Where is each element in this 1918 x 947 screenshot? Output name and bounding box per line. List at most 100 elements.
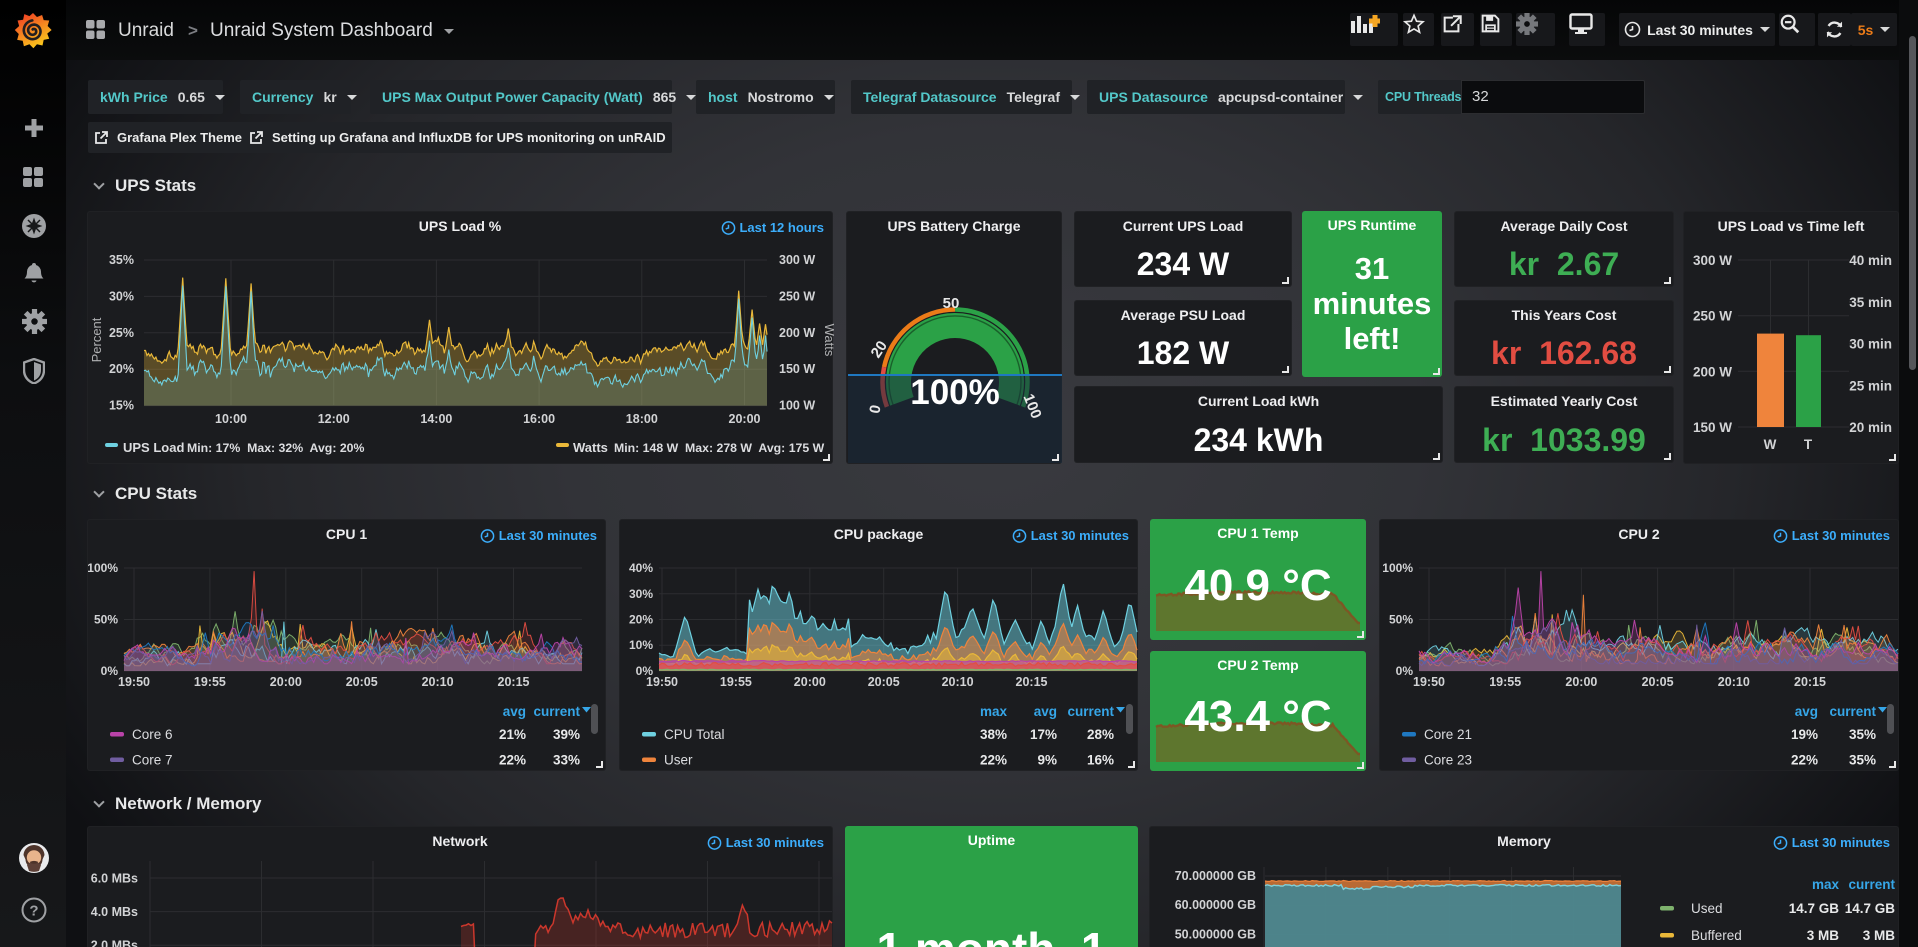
svg-text:Min: 17% Max: 32% Avg: 20%: Min: 17% Max: 32% Avg: 20%	[187, 441, 365, 455]
svg-text:20:10: 20:10	[1718, 675, 1750, 689]
svg-text:100%: 100%	[910, 373, 1000, 412]
svg-text:19:50: 19:50	[118, 675, 150, 689]
svg-text:35%: 35%	[109, 253, 134, 267]
svg-text:19%: 19%	[1791, 727, 1818, 742]
svg-text:20%: 20%	[109, 362, 134, 376]
svg-text:35%: 35%	[1849, 727, 1876, 742]
svg-text:?: ?	[29, 903, 38, 920]
svg-text:20:10: 20:10	[422, 675, 454, 689]
svg-text:6.0 MBs: 6.0 MBs	[91, 872, 138, 886]
svg-text:39%: 39%	[553, 727, 580, 742]
svg-text:200 W: 200 W	[779, 326, 815, 340]
svg-text:19:55: 19:55	[194, 675, 226, 689]
svg-text:30 min: 30 min	[1849, 337, 1892, 352]
svg-text:16:00: 16:00	[523, 412, 555, 426]
svg-text:28%: 28%	[1087, 727, 1114, 742]
svg-text:10:00: 10:00	[215, 412, 247, 426]
svg-text:60.000000 GB: 60.000000 GB	[1175, 898, 1256, 912]
svg-text:150 W: 150 W	[779, 362, 815, 376]
svg-text:avg: avg	[503, 704, 526, 719]
svg-text:20:15: 20:15	[498, 675, 530, 689]
svg-text:avg: avg	[1795, 704, 1818, 719]
svg-text:20:00: 20:00	[794, 675, 826, 689]
svg-text:Percent: Percent	[89, 317, 104, 362]
svg-text:W: W	[1764, 437, 1777, 452]
svg-text:2.0 MBs: 2.0 MBs	[91, 939, 138, 947]
svg-text:4.0 MBs: 4.0 MBs	[91, 905, 138, 919]
svg-text:30%: 30%	[629, 587, 653, 601]
svg-text:21%: 21%	[499, 727, 526, 742]
svg-text:20:05: 20:05	[868, 675, 900, 689]
svg-text:40%: 40%	[629, 561, 653, 575]
svg-text:UPS Load: UPS Load	[123, 440, 184, 455]
svg-text:50: 50	[943, 295, 960, 312]
svg-text:33%: 33%	[553, 753, 580, 768]
svg-text:20:00: 20:00	[729, 412, 761, 426]
svg-text:19:50: 19:50	[1413, 675, 1445, 689]
svg-text:Core 6: Core 6	[132, 727, 173, 742]
svg-text:0%: 0%	[101, 664, 119, 678]
svg-text:30%: 30%	[109, 289, 134, 303]
svg-text:50%: 50%	[94, 613, 118, 627]
svg-text:19:50: 19:50	[646, 675, 678, 689]
svg-text:15%: 15%	[109, 399, 134, 413]
svg-text:max: max	[980, 704, 1008, 719]
svg-text:Used: Used	[1691, 901, 1723, 916]
svg-text:25 min: 25 min	[1849, 378, 1892, 393]
svg-text:T: T	[1804, 437, 1813, 452]
svg-text:14:00: 14:00	[420, 412, 452, 426]
svg-text:20:05: 20:05	[1642, 675, 1674, 689]
svg-text:20:15: 20:15	[1016, 675, 1048, 689]
svg-text:CPU Total: CPU Total	[664, 727, 725, 742]
svg-text:250 W: 250 W	[779, 289, 815, 303]
svg-text:12:00: 12:00	[318, 412, 350, 426]
svg-text:Core 23: Core 23	[1424, 753, 1472, 768]
svg-text:current: current	[1848, 877, 1895, 892]
svg-text:35%: 35%	[1849, 753, 1876, 768]
svg-text:3 MB: 3 MB	[1863, 928, 1896, 943]
svg-text:19:55: 19:55	[720, 675, 752, 689]
svg-text:22%: 22%	[1791, 753, 1818, 768]
svg-text:Min: 148 W Max: 278 W Avg: 1: Min: 148 W Max: 278 W Avg: 175 W	[614, 441, 825, 455]
svg-text:19:55: 19:55	[1489, 675, 1521, 689]
svg-text:18:00: 18:00	[626, 412, 658, 426]
svg-text:250 W: 250 W	[1693, 309, 1732, 324]
svg-text:35 min: 35 min	[1849, 295, 1892, 310]
svg-text:70.000000 GB: 70.000000 GB	[1175, 869, 1256, 883]
svg-text:Buffered: Buffered	[1691, 928, 1742, 943]
svg-text:300 W: 300 W	[779, 253, 815, 267]
svg-text:9%: 9%	[1037, 753, 1057, 768]
svg-text:Core 7: Core 7	[132, 753, 173, 768]
svg-text:max: max	[1812, 877, 1840, 892]
svg-text:20:00: 20:00	[270, 675, 302, 689]
svg-text:Core 21: Core 21	[1424, 727, 1472, 742]
svg-text:current: current	[1067, 704, 1114, 719]
svg-text:50%: 50%	[1389, 613, 1413, 627]
svg-text:3 MB: 3 MB	[1807, 928, 1840, 943]
svg-text:Watts: Watts	[822, 324, 834, 357]
svg-text:16%: 16%	[1087, 753, 1114, 768]
svg-text:User: User	[664, 753, 693, 768]
svg-text:100%: 100%	[88, 561, 118, 575]
svg-text:current: current	[533, 704, 580, 719]
svg-text:14.7 GB: 14.7 GB	[1789, 901, 1840, 916]
svg-text:20%: 20%	[629, 613, 653, 627]
svg-text:150 W: 150 W	[1693, 420, 1732, 435]
svg-text:17%: 17%	[1030, 727, 1057, 742]
svg-text:current: current	[1829, 704, 1876, 719]
svg-text:100%: 100%	[1382, 561, 1413, 575]
svg-text:Watts: Watts	[573, 440, 608, 455]
svg-text:300 W: 300 W	[1693, 253, 1732, 268]
svg-text:40 min: 40 min	[1849, 253, 1892, 268]
svg-text:100 W: 100 W	[779, 399, 815, 413]
svg-text:38%: 38%	[980, 727, 1007, 742]
svg-text:22%: 22%	[499, 753, 526, 768]
svg-text:avg: avg	[1034, 704, 1057, 719]
svg-text:20:05: 20:05	[346, 675, 378, 689]
svg-text:10%: 10%	[629, 638, 653, 652]
svg-text:25%: 25%	[109, 326, 134, 340]
svg-text:20:15: 20:15	[1794, 675, 1826, 689]
svg-text:20:10: 20:10	[942, 675, 974, 689]
svg-text:20:00: 20:00	[1565, 675, 1597, 689]
svg-text:20 min: 20 min	[1849, 420, 1892, 435]
